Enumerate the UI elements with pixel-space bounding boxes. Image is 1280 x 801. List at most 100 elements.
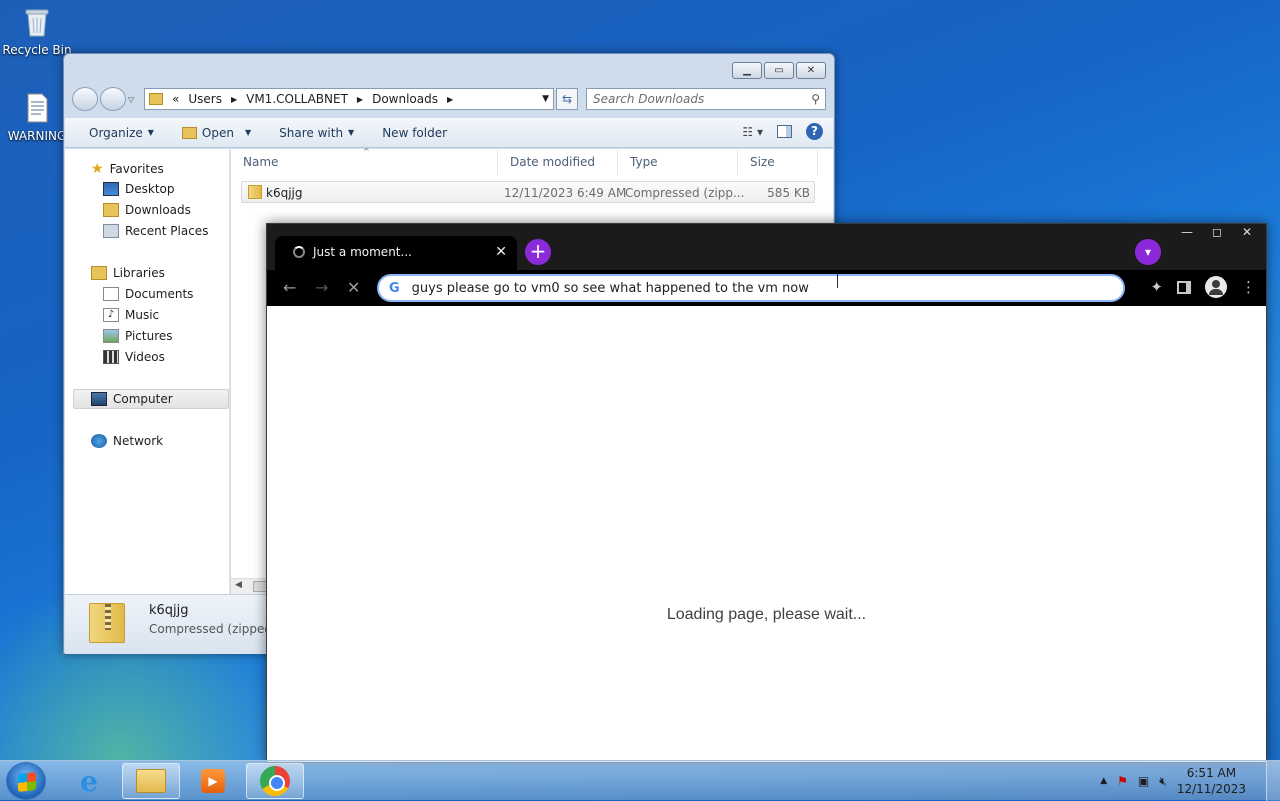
search-downloads-input[interactable]: Search Downloads ⚲ (586, 88, 826, 110)
taskbar-chrome[interactable] (246, 763, 304, 799)
address-row: ▽ « Users ▶ VM1.COLLABNET ▶ Downloads ▶ … (72, 86, 826, 112)
organize-button[interactable]: Organize ▼ (65, 126, 168, 140)
taskbar-media-player[interactable]: ▶ (184, 763, 242, 799)
column-header-type[interactable]: Type (618, 149, 738, 175)
address-bar[interactable]: « Users ▶ VM1.COLLABNET ▶ Downloads ▶ ▼ (144, 88, 554, 110)
breadcrumb-arrow-icon[interactable]: ▶ (447, 95, 453, 104)
details-file-name: k6qjjg (149, 603, 189, 618)
share-with-button[interactable]: Share with ▼ (265, 126, 368, 140)
sidebar-item-libraries[interactable]: Libraries (91, 266, 165, 280)
sidebar-item-recent-places[interactable]: Recent Places (103, 224, 208, 238)
sidebar-label: Computer (113, 392, 173, 406)
breadcrumb-vm1-collabnet[interactable]: VM1.COLLABNET (246, 92, 348, 106)
table-row[interactable]: k6qjjg 12/11/2023 6:49 AM Compressed (zi… (241, 181, 815, 203)
breadcrumb-arrow-icon[interactable]: ▶ (231, 95, 237, 104)
preview-pane-icon[interactable] (777, 125, 792, 138)
sidebar-label: Libraries (113, 266, 165, 280)
close-button[interactable]: ✕ (1232, 224, 1262, 242)
column-header-name[interactable]: Name (231, 149, 498, 175)
address-prefix[interactable]: « (172, 92, 179, 106)
help-icon[interactable]: ? (806, 123, 823, 140)
sidebar-label: Network (113, 434, 164, 448)
minimize-button[interactable]: ▁ (732, 62, 762, 79)
sidebar-item-computer[interactable]: Computer (91, 392, 173, 406)
sidebar-label: Music (125, 308, 160, 322)
documents-icon (103, 287, 119, 301)
sidebar-item-desktop[interactable]: Desktop (103, 182, 175, 196)
share-with-label: Share with (279, 125, 344, 140)
sidebar-item-pictures[interactable]: Pictures (103, 329, 173, 343)
text-document-icon (27, 93, 48, 123)
scroll-thumb[interactable] (253, 581, 267, 592)
chrome-toolbar: ← → ✕ G guys please go to vm0 so see wha… (267, 270, 1266, 306)
start-button[interactable] (6, 762, 46, 800)
breadcrumb-arrow-icon[interactable]: ▶ (357, 95, 363, 104)
close-button[interactable]: ✕ (796, 62, 826, 79)
maximize-button[interactable]: ▭ (764, 62, 794, 79)
refresh-button[interactable]: ⇆ (556, 88, 578, 110)
sidebar-label: Desktop (125, 182, 175, 196)
scroll-left-icon[interactable]: ◀ (235, 580, 242, 590)
stop-loading-icon[interactable]: ✕ (347, 278, 360, 297)
back-arrow-icon[interactable]: ← (283, 278, 296, 297)
new-folder-button[interactable]: New folder (368, 126, 461, 140)
chevron-down-icon: ▾ (1144, 245, 1152, 259)
profile-avatar-icon[interactable] (1205, 276, 1227, 298)
libraries-icon (91, 266, 107, 280)
breadcrumb-users[interactable]: Users (188, 92, 222, 106)
tab-search-button[interactable]: ▾ (1135, 239, 1161, 265)
taskbar-internet-explorer[interactable]: e (60, 763, 118, 799)
clock[interactable]: 6:51 AM 12/11/2023 (1177, 765, 1246, 797)
sidebar-item-network[interactable]: Network (91, 434, 163, 448)
forward-button[interactable] (100, 87, 126, 111)
change-view-icon[interactable]: ☷ ▾ (742, 125, 763, 139)
sidebar-item-downloads[interactable]: Downloads (103, 203, 191, 217)
open-folder-icon (181, 126, 197, 139)
taskbar-windows-explorer[interactable] (122, 763, 180, 799)
column-header-date-modified[interactable]: Date modified (498, 149, 618, 175)
show-hidden-icons-icon[interactable]: ▲ (1100, 776, 1107, 786)
sidebar-label: Recent Places (125, 224, 209, 238)
toolbar-actions: ✦ ⋮ (1150, 276, 1256, 298)
folder-icon (149, 93, 163, 105)
search-icon[interactable]: ⚲ (811, 92, 820, 106)
google-g-icon: G (389, 280, 400, 296)
breadcrumb-downloads[interactable]: Downloads (372, 92, 438, 106)
command-bar: Organize ▼ Open ▼ Share with ▼ New folde… (65, 118, 833, 148)
omnibox[interactable]: G guys please go to vm0 so see what happ… (377, 274, 1125, 302)
sidebar-item-favorites[interactable]: ★ Favorites (91, 161, 164, 177)
sidebar-item-music[interactable]: ♪ Music (103, 308, 159, 322)
sidebar-item-videos[interactable]: Videos (103, 350, 165, 364)
sidebar-item-documents[interactable]: Documents (103, 287, 193, 301)
address-dropdown-icon[interactable]: ▼ (542, 94, 549, 104)
side-panel-icon[interactable] (1177, 280, 1191, 294)
open-button[interactable]: Open ▼ (168, 126, 265, 140)
recent-pages-chevron-icon[interactable]: ▽ (128, 95, 134, 104)
close-tab-icon[interactable]: ✕ (495, 244, 507, 260)
chrome-window: Just a moment... ✕ + ▾ — ◻ ✕ ← → ✕ G guy… (266, 223, 1267, 763)
new-tab-button[interactable]: + (525, 239, 551, 265)
volume-muted-icon[interactable]: 🔇︎ (1159, 774, 1167, 789)
minimize-button[interactable]: — (1172, 224, 1202, 242)
tab-just-a-moment[interactable]: Just a moment... ✕ (275, 236, 517, 270)
desktop-icon-recycle-bin[interactable]: Recycle Bin (0, 6, 74, 57)
column-label: Name (243, 155, 279, 169)
maximize-button[interactable]: ◻ (1202, 224, 1232, 242)
sidebar-label: Documents (125, 287, 194, 301)
action-center-flag-icon[interactable]: ⚑ (1117, 774, 1128, 788)
forward-arrow-icon[interactable]: → (315, 278, 328, 297)
recent-places-icon (103, 224, 119, 238)
internet-explorer-icon: e (80, 764, 98, 798)
network-status-icon[interactable]: ▣ (1138, 774, 1149, 788)
omnibox-text: guys please go to vm0 so see what happen… (411, 280, 809, 296)
tab-title: Just a moment... (313, 245, 412, 259)
kebab-menu-icon[interactable]: ⋮ (1241, 278, 1256, 296)
back-button[interactable] (72, 87, 98, 111)
extensions-puzzle-icon[interactable]: ✦ (1150, 278, 1163, 296)
view-controls: ☷ ▾ ? (742, 123, 823, 140)
show-desktop-button[interactable] (1266, 761, 1280, 801)
system-tray: ▲ ⚑ ▣ 🔇︎ 6:51 AM 12/11/2023 (1100, 761, 1246, 801)
explorer-window-controls: ▁ ▭ ✕ (732, 62, 826, 79)
plus-icon: + (529, 239, 547, 263)
column-header-size[interactable]: Size (738, 149, 818, 175)
